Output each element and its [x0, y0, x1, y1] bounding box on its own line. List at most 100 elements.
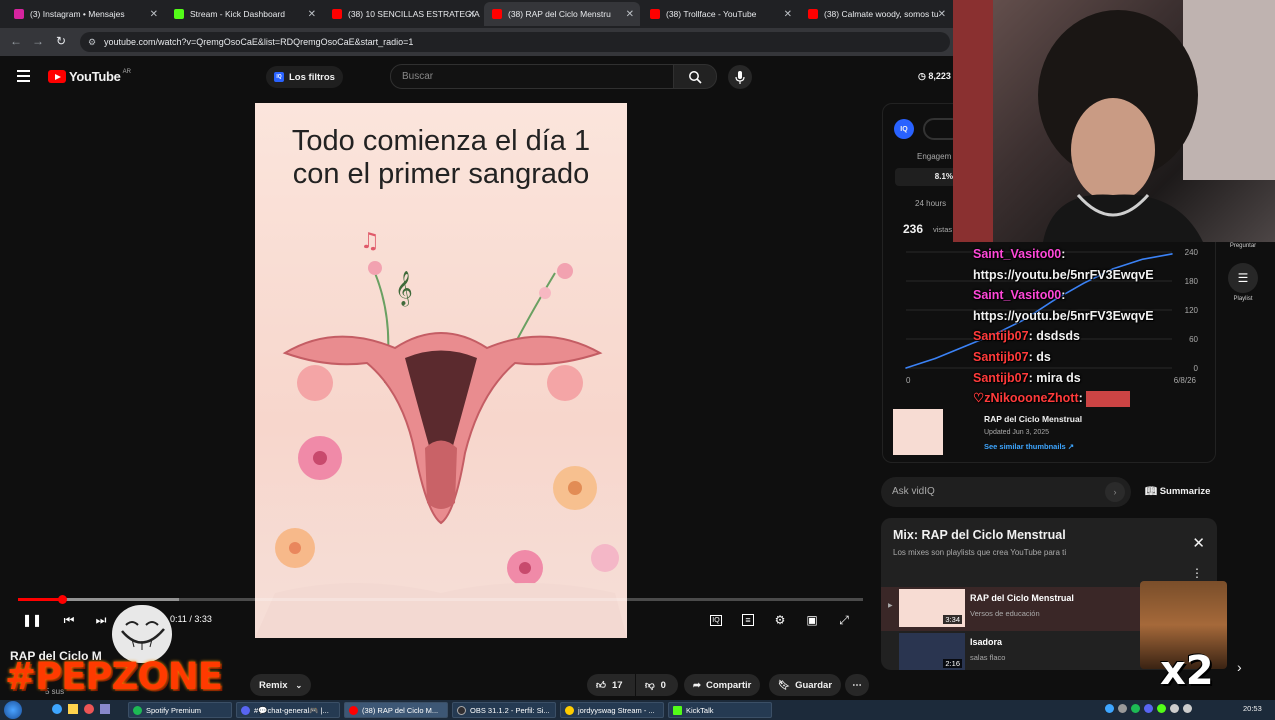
video-thumbnail[interactable]: [893, 409, 943, 455]
tray-icon[interactable]: [1118, 704, 1127, 713]
like-button[interactable]: 👍︎ 17: [587, 674, 635, 696]
pinned-apps: [52, 704, 112, 716]
youtube-logo[interactable]: YouTube AR: [48, 69, 131, 84]
site-info-icon[interactable]: ⚙: [88, 32, 96, 52]
tray-icon[interactable]: [1170, 704, 1179, 713]
close-icon[interactable]: ✕: [784, 9, 792, 20]
scrubber-handle[interactable]: [57, 595, 67, 604]
forward-icon[interactable]: →: [32, 34, 44, 48]
start-button[interactable]: [4, 701, 22, 719]
progress-bar[interactable]: [18, 595, 863, 604]
chat-text: ds: [1036, 349, 1051, 364]
vidiq-player-button[interactable]: IQ: [707, 611, 725, 629]
video-player[interactable]: Todo comienza el día 1 con el primer san…: [255, 103, 627, 638]
remix-button[interactable]: Remix ⌄: [250, 674, 312, 696]
playlist-item-channel: Versos de educación: [970, 609, 1040, 618]
duration: 3:34: [943, 615, 962, 624]
more-actions-button[interactable]: ⋯: [845, 674, 869, 696]
previous-button[interactable]: ⏮: [60, 611, 78, 629]
emote-icon: [1086, 390, 1131, 407]
chevron-right-icon[interactable]: ›: [1237, 659, 1242, 675]
dislike-button[interactable]: 👎︎ 0: [636, 674, 678, 696]
flower-icon: [275, 528, 315, 568]
summarize-button[interactable]: 📖︎ Summarize: [1145, 486, 1210, 497]
close-icon[interactable]: ✕: [308, 9, 316, 20]
chrome-icon[interactable]: [52, 704, 62, 714]
taskbar-chrome[interactable]: (38) RAP del Ciclo M...: [344, 702, 448, 718]
tab-label: (38) RAP del Ciclo Menstru: [508, 9, 611, 19]
save-button[interactable]: 🔖︎ Guardar: [769, 674, 842, 696]
flower-icon: [553, 466, 597, 510]
close-icon[interactable]: ✕: [150, 9, 158, 20]
app-icon[interactable]: [100, 704, 110, 714]
chat-text: dsdsds: [1036, 329, 1080, 344]
share-button[interactable]: ➦ Compartir: [684, 674, 761, 696]
data-point: [964, 345, 966, 348]
right-rail: Preguntar ☰ Playlist: [1228, 243, 1258, 302]
url-field[interactable]: ⚙ youtube.com/watch?v=QremgOsoCaE&list=R…: [80, 32, 950, 52]
folder-icon[interactable]: [68, 704, 78, 714]
tab-youtube-trollface[interactable]: (38) Trollface - YouTube ✕: [642, 2, 798, 26]
taskbar-label: Spotify Premium: [146, 705, 202, 715]
settings-button[interactable]: ⚙: [771, 611, 789, 629]
taskbar-obs[interactable]: OBS 31.1.2 - Perfil: Si...: [452, 702, 556, 718]
subtitles-button[interactable]: ≡: [739, 611, 757, 629]
vidiq-icon: IQ: [274, 72, 284, 82]
search-button[interactable]: [673, 64, 717, 89]
chat-message: Santijb07: ds: [973, 349, 1051, 364]
chat-message: Santijb07: mira ds: [973, 370, 1081, 385]
next-icon: ⏭: [95, 612, 107, 627]
next-button[interactable]: ⏭: [92, 611, 110, 629]
tab-kick-dashboard[interactable]: Stream - Kick Dashboard ✕: [166, 2, 322, 26]
tray-icon[interactable]: [1144, 704, 1153, 713]
tab-label: (38) Trollface - YouTube: [666, 9, 757, 19]
menu-icon[interactable]: [17, 70, 30, 82]
close-icon[interactable]: ✕: [626, 9, 634, 20]
taskbar-spotify[interactable]: Spotify Premium: [128, 702, 232, 718]
taskbar-discord[interactable]: #💬chat-general🎮 |...: [236, 702, 340, 718]
updated-date: Updated Jun 3, 2025: [984, 429, 1049, 436]
duration: 2:16: [943, 659, 962, 668]
back-icon[interactable]: ←: [10, 34, 22, 48]
similar-thumbnails-link[interactable]: See similar thumbnails ↗: [984, 442, 1074, 451]
playlist-button[interactable]: ☰: [1228, 263, 1258, 293]
reload-icon[interactable]: ↻: [56, 34, 66, 48]
pepzone-watermark: #PEPZONE: [5, 655, 223, 698]
theater-mode-button[interactable]: ▣: [803, 611, 821, 629]
browser-icon: [565, 705, 574, 715]
filters-button[interactable]: IQ Los filtros: [266, 66, 343, 88]
close-icon[interactable]: ✕: [1192, 534, 1205, 552]
taskbar-stream[interactable]: jordyyswag Stream - ...: [560, 702, 664, 718]
tray-icon[interactable]: [1105, 704, 1114, 713]
close-icon[interactable]: ✕: [468, 9, 476, 20]
taskbar-kicktalk[interactable]: KickTalk: [668, 702, 772, 718]
search-input[interactable]: Buscar: [390, 64, 674, 89]
tab-youtube-estrategias[interactable]: (38) 10 SENCILLAS ESTRATEGIA ✕: [324, 2, 482, 26]
share-icon: ➦: [693, 679, 701, 691]
search-icon: [689, 70, 702, 84]
youtube-icon: [332, 9, 342, 19]
close-icon[interactable]: ✕: [938, 9, 946, 20]
filters-label: Los filtros: [289, 71, 335, 83]
tab-youtube-calmate[interactable]: (38) Calmate woody, somos tu ✕: [800, 2, 952, 26]
app-icon[interactable]: [84, 704, 94, 714]
playlist-label: Playlist: [1233, 296, 1253, 302]
multiplier-overlay: x2: [1160, 648, 1214, 694]
voice-search-button[interactable]: [728, 65, 752, 89]
tab-instagram[interactable]: (3) Instagram • Mensajes ✕: [6, 2, 164, 26]
discord-icon: [241, 705, 250, 715]
flower-icon: [507, 550, 543, 586]
tab-youtube-rap[interactable]: (38) RAP del Ciclo Menstru ✕: [484, 2, 640, 26]
chevron-right-icon[interactable]: ›: [1105, 482, 1125, 502]
tray-icon[interactable]: [1157, 704, 1166, 713]
ask-vidiq-input[interactable]: Ask vidIQ ›: [881, 477, 1131, 507]
fullscreen-button[interactable]: ⤢: [835, 611, 853, 629]
chat-message: ♡zNikoooneZhott:: [973, 388, 1188, 409]
tray-icon[interactable]: [1131, 704, 1140, 713]
svg-text:𝄞: 𝄞: [395, 271, 413, 307]
taskbar-label: jordyyswag Stream - ...: [578, 705, 655, 715]
pause-button[interactable]: ❚❚: [22, 611, 42, 629]
more-vert-icon[interactable]: ⋮: [1191, 566, 1203, 580]
speaker-icon[interactable]: [1183, 704, 1192, 713]
chat-username: Santijb07: [973, 349, 1029, 364]
